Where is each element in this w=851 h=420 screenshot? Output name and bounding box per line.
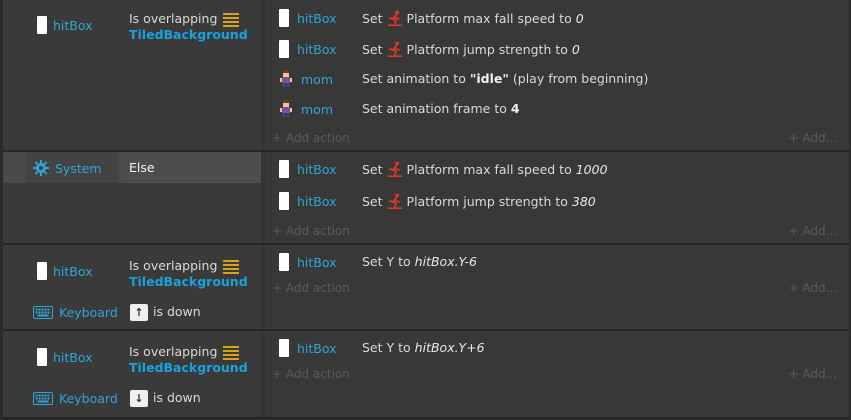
hitbox-icon [279, 40, 289, 58]
action-row[interactable]: mom Set animation frame to 4 [265, 94, 849, 124]
condition-text[interactable]: Is overlapping TiledBackground [129, 344, 248, 376]
action-text[interactable]: Set Platform max fall speed to 1000 [362, 161, 608, 177]
mom-sprite-icon [279, 100, 293, 118]
event-block-2[interactable]: System Else hitBox Set Platform max fall… [3, 152, 849, 245]
condition-row[interactable]: Keyboard ↑ is down [3, 299, 261, 327]
keyboard-icon [33, 306, 53, 319]
actions-area: hitBox Set Platform max fall speed to 10… [265, 152, 849, 243]
platform-behavior-icon [387, 193, 403, 209]
action-row[interactable]: hitBox Set Platform max fall speed to 0 [265, 3, 849, 33]
tiled-background-icon [223, 260, 239, 274]
hitbox-icon [279, 339, 289, 357]
event-block-1[interactable]: hitBox Is overlapping TiledBackground hi… [3, 0, 849, 152]
conditions-area: hitBox Is overlapping TiledBackground [3, 0, 261, 150]
condition-row[interactable]: hitBox Is overlapping TiledBackground [3, 245, 261, 295]
action-text[interactable]: Set animation to "idle" (play from begin… [362, 71, 648, 86]
conditions-area: System Else [3, 152, 261, 243]
hitbox-icon [279, 253, 289, 271]
condition-object[interactable]: System [33, 160, 102, 176]
action-row[interactable]: hitBox Set Platform jump strength to 0 [265, 34, 849, 64]
action-text[interactable]: Set Y to hitBox.Y+6 [362, 340, 485, 355]
tiled-background-icon [223, 346, 239, 360]
add-action-link[interactable]: + Add action [272, 224, 350, 238]
add-action-link[interactable]: + Add action [272, 281, 350, 295]
action-row[interactable]: hitBox Set Platform max fall speed to 10… [265, 154, 849, 184]
action-object[interactable]: hitBox [279, 192, 337, 210]
mom-sprite-icon [279, 70, 293, 88]
condition-object[interactable]: Keyboard [33, 305, 118, 320]
action-object[interactable]: hitBox [279, 40, 337, 58]
tiled-background-icon [223, 13, 239, 27]
condition-text[interactable]: Is overlapping TiledBackground [129, 258, 248, 290]
action-object[interactable]: hitBox [279, 9, 337, 27]
action-text[interactable]: Set Platform jump strength to 380 [362, 193, 596, 209]
add-other-link[interactable]: + Add... [788, 281, 837, 295]
add-other-link[interactable]: + Add... [788, 224, 837, 238]
condition-text[interactable]: Else [129, 160, 155, 176]
hitbox-icon [279, 9, 289, 27]
action-text[interactable]: Set Y to hitBox.Y-6 [362, 254, 477, 269]
keyboard-icon [33, 392, 53, 405]
conditions-area: hitBox Is overlapping TiledBackground Ke… [3, 245, 261, 329]
condition-row[interactable]: hitBox Is overlapping TiledBackground [3, 331, 261, 381]
event-block-3[interactable]: hitBox Is overlapping TiledBackground Ke… [3, 245, 849, 331]
event-sheet: hitBox Is overlapping TiledBackground hi… [0, 0, 851, 420]
action-object[interactable]: mom [279, 70, 333, 88]
action-text[interactable]: Set Platform jump strength to 0 [362, 41, 580, 57]
event-block-4[interactable]: hitBox Is overlapping TiledBackground Ke… [3, 331, 849, 419]
add-other-link[interactable]: + Add... [788, 367, 837, 381]
add-action-link[interactable]: + Add action [272, 131, 350, 145]
condition-object[interactable]: hitBox [37, 16, 93, 34]
condition-object[interactable]: Keyboard [33, 391, 118, 406]
hitbox-icon [37, 348, 47, 366]
actions-area: hitBox Set Y to hitBox.Y-6 + Add action … [265, 245, 849, 329]
condition-row[interactable]: hitBox Is overlapping TiledBackground [3, 0, 261, 52]
condition-text[interactable]: Is overlapping TiledBackground [129, 11, 248, 43]
conditions-area: hitBox Is overlapping TiledBackground Ke… [3, 331, 261, 417]
platform-behavior-icon [387, 161, 403, 177]
hitbox-icon [37, 16, 47, 34]
gear-icon [33, 160, 49, 176]
action-text[interactable]: Set Platform max fall speed to 0 [362, 10, 584, 26]
condition-text[interactable]: ↓ is down [130, 390, 201, 407]
platform-behavior-icon [387, 10, 403, 26]
hitbox-icon [279, 160, 289, 178]
add-action-link[interactable]: + Add action [272, 367, 350, 381]
condition-row[interactable]: System Else [3, 152, 261, 183]
action-row[interactable]: mom Set animation to "idle" (play from b… [265, 64, 849, 94]
actions-area: hitBox Set Platform max fall speed to 0 … [265, 0, 849, 150]
condition-row[interactable]: Keyboard ↓ is down [3, 385, 261, 413]
platform-behavior-icon [387, 41, 403, 57]
action-text[interactable]: Set animation frame to 4 [362, 101, 520, 116]
condition-object[interactable]: hitBox [37, 262, 93, 280]
action-object[interactable]: hitBox [279, 160, 337, 178]
arrow-up-key-icon: ↑ [130, 304, 148, 321]
action-row[interactable]: hitBox Set Y to hitBox.Y-6 [265, 247, 849, 277]
action-object[interactable]: mom [279, 100, 333, 118]
hitbox-icon [279, 192, 289, 210]
condition-object[interactable]: hitBox [37, 348, 93, 366]
actions-area: hitBox Set Y to hitBox.Y+6 + Add action … [265, 331, 849, 417]
condition-text[interactable]: ↑ is down [130, 304, 201, 321]
action-object[interactable]: hitBox [279, 253, 337, 271]
add-other-link[interactable]: + Add... [788, 131, 837, 145]
action-row[interactable]: hitBox Set Platform jump strength to 380 [265, 186, 849, 216]
action-object[interactable]: hitBox [279, 339, 337, 357]
arrow-down-key-icon: ↓ [130, 390, 148, 407]
action-row[interactable]: hitBox Set Y to hitBox.Y+6 [265, 333, 849, 363]
hitbox-icon [37, 262, 47, 280]
